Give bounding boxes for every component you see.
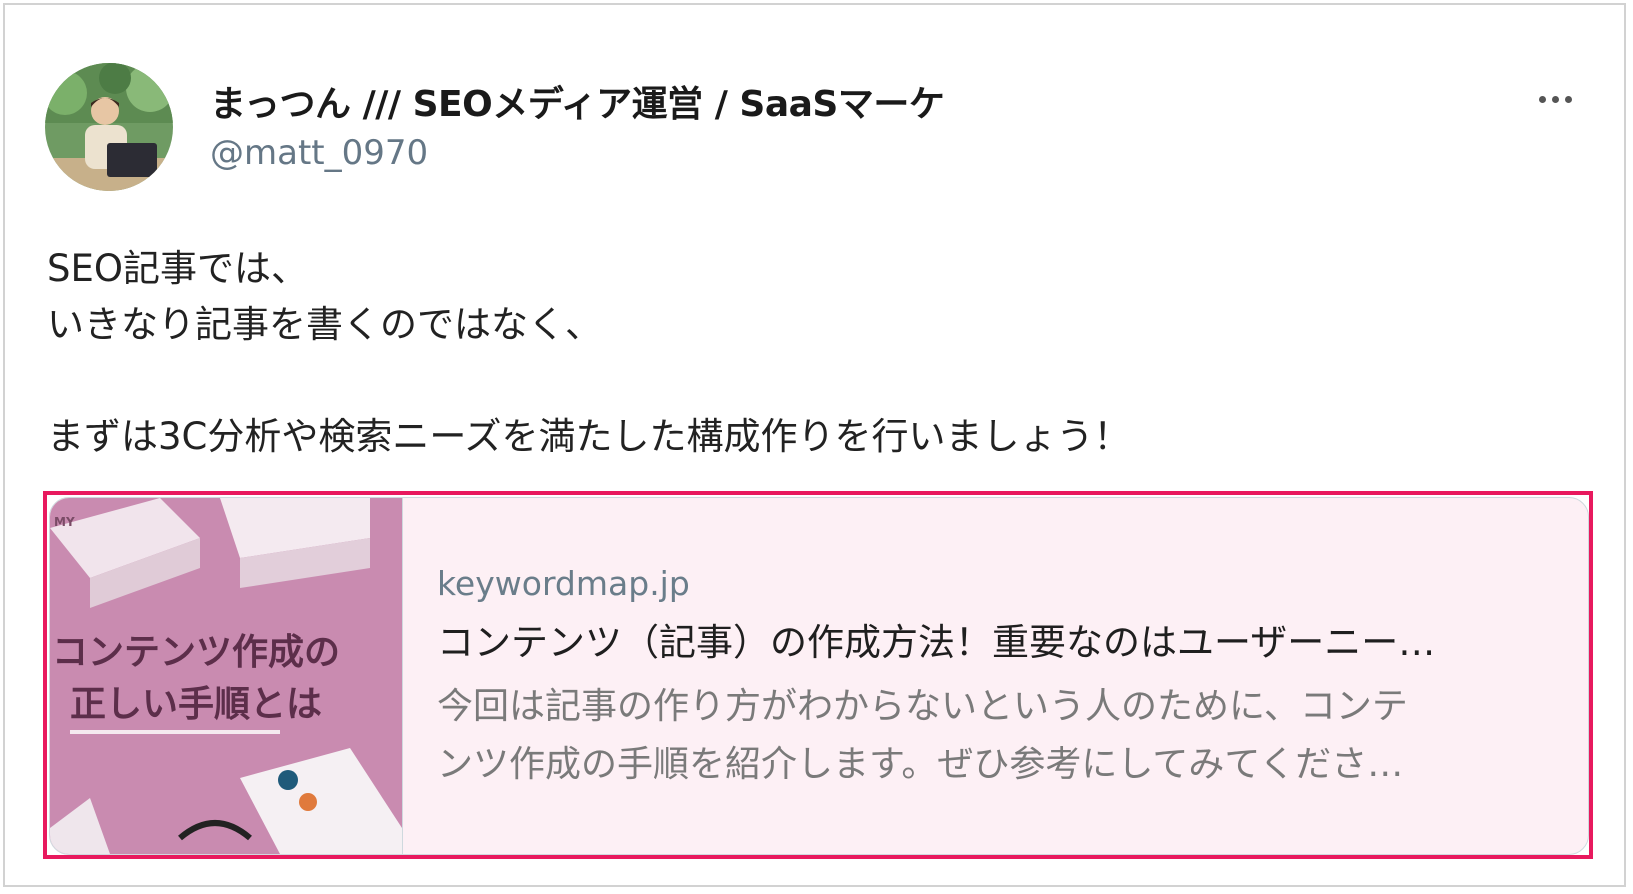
avatar[interactable] [45, 63, 173, 191]
tweet-text: SEO記事では、 いきなり記事を書くのではなく、 まずは3C分析や検索ニーズを満… [47, 247, 1131, 458]
more-options-icon[interactable] [1525, 79, 1585, 119]
dot [1551, 95, 1559, 103]
dot [1564, 95, 1572, 103]
tweet-embed-frame: まっつん /// SEOメディア運営 / SaaSマーケ @matt_0970 … [3, 3, 1626, 887]
dot [1538, 95, 1546, 103]
avatar-image [45, 63, 173, 191]
tweet: まっつん /// SEOメディア運営 / SaaSマーケ @matt_0970 … [5, 5, 1624, 885]
author-handle[interactable]: @matt_0970 [210, 133, 428, 173]
highlight-box [43, 491, 1593, 859]
author-display-name[interactable]: まっつん /// SEOメディア運営 / SaaSマーケ [210, 75, 945, 127]
